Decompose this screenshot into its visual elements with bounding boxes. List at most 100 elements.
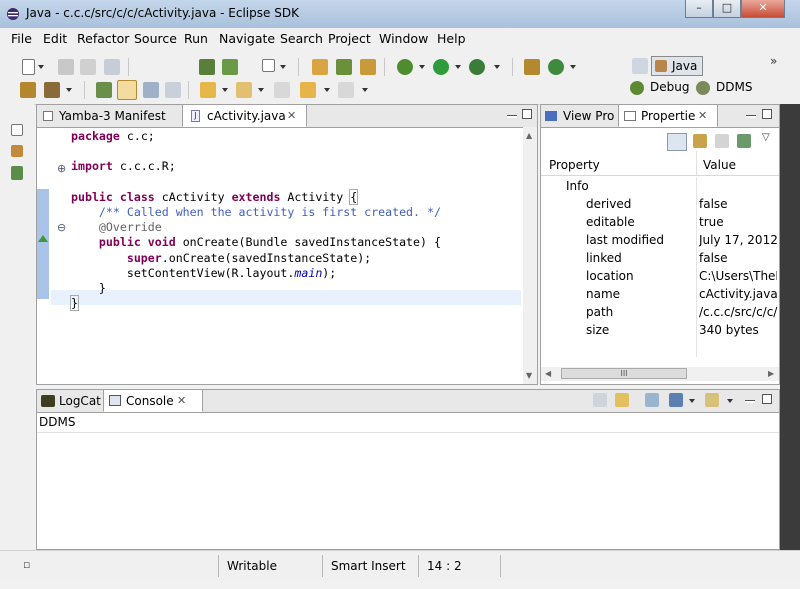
show-advanced-icon[interactable] xyxy=(693,134,707,148)
show-categories-icon[interactable] xyxy=(667,133,687,151)
maximize-view-icon[interactable] xyxy=(762,109,772,119)
pin-console-icon[interactable] xyxy=(645,393,659,407)
external-tools-icon[interactable] xyxy=(469,59,485,75)
maximize-button[interactable]: □ xyxy=(713,0,741,18)
checkbox-tool-icon[interactable] xyxy=(262,59,275,72)
menu-window[interactable]: Window xyxy=(379,31,428,46)
checkbox-dropdown-icon[interactable] xyxy=(280,65,286,69)
debug-perspective-button[interactable]: Debug xyxy=(630,79,689,97)
more-perspectives-icon[interactable]: » xyxy=(770,54,777,68)
restore-icon[interactable] xyxy=(11,124,23,136)
menu-project[interactable]: Project xyxy=(328,31,371,46)
android-sdk-icon[interactable] xyxy=(199,59,215,75)
new-class-icon[interactable] xyxy=(360,59,376,75)
print-icon[interactable] xyxy=(104,59,120,75)
tab-properties[interactable]: Propertie ✕ xyxy=(618,105,718,127)
hierarchy-icon[interactable] xyxy=(11,166,23,180)
scroll-lock-icon[interactable] xyxy=(615,393,629,407)
highlight-toggle-icon[interactable] xyxy=(117,80,137,100)
property-column-header[interactable]: Property xyxy=(549,158,600,172)
menu-edit[interactable]: Edit xyxy=(43,31,67,46)
open-perspective-icon[interactable] xyxy=(632,58,648,74)
debug-dropdown-icon[interactable] xyxy=(419,65,425,69)
minimize-view-icon[interactable] xyxy=(746,115,756,118)
close-tab-icon[interactable]: ✕ xyxy=(698,105,707,127)
group-row-info[interactable]: Info xyxy=(541,177,779,195)
back-dropdown-icon[interactable] xyxy=(324,88,330,92)
prev-annotation-icon[interactable] xyxy=(236,82,252,98)
package-explorer-icon[interactable] xyxy=(11,145,23,157)
avd-manager-icon[interactable] xyxy=(222,59,238,75)
ddms-perspective-button[interactable]: DDMS xyxy=(696,79,756,97)
menu-navigate[interactable]: Navigate xyxy=(219,31,275,46)
prev-annotation-dropdown-icon[interactable] xyxy=(258,88,264,92)
next-annotation-icon[interactable] xyxy=(200,82,216,98)
menu-file[interactable]: File xyxy=(11,31,32,46)
filter-icon[interactable] xyxy=(715,134,729,148)
new-file-icon[interactable] xyxy=(22,59,35,75)
table-row[interactable]: editable true xyxy=(541,213,779,231)
run-icon[interactable] xyxy=(433,59,449,75)
next-annotation-dropdown-icon[interactable] xyxy=(222,88,228,92)
block-selection-icon[interactable] xyxy=(143,82,159,98)
open-type-icon[interactable] xyxy=(312,59,328,75)
display-console-icon[interactable] xyxy=(669,393,683,407)
tab-view-pro[interactable]: View Pro xyxy=(541,105,618,127)
tab-yamba-manifest[interactable]: Yamba-3 Manifest xyxy=(37,105,182,127)
collapse-method-icon[interactable]: ⊖ xyxy=(57,221,66,234)
tab-cactivity-java[interactable]: J cActivity.java ✕ xyxy=(182,105,307,127)
table-row[interactable]: size 340 bytes xyxy=(541,321,779,339)
forward-icon[interactable] xyxy=(338,82,354,98)
close-tab-icon[interactable]: ✕ xyxy=(287,105,296,127)
table-row[interactable]: linked false xyxy=(541,249,779,267)
table-row[interactable]: location C:\Users\TheR xyxy=(541,267,779,285)
menu-run[interactable]: Run xyxy=(184,31,208,46)
close-button[interactable]: ✕ xyxy=(741,0,785,18)
expand-import-icon[interactable]: ⊕ xyxy=(57,162,66,175)
scroll-up-icon[interactable]: ▲ xyxy=(526,131,532,140)
save-all-icon[interactable] xyxy=(80,59,96,75)
maximize-view-icon[interactable] xyxy=(762,394,772,404)
refresh-icon[interactable] xyxy=(548,59,564,75)
open-console-icon[interactable] xyxy=(705,393,719,407)
menu-source[interactable]: Source xyxy=(134,31,177,46)
java-perspective-button[interactable]: Java xyxy=(651,56,703,76)
scroll-down-icon[interactable]: ▼ xyxy=(526,371,532,380)
minimize-view-icon[interactable] xyxy=(745,400,755,403)
code-editor[interactable]: package c.c; import c.c.c.R; public clas… xyxy=(70,129,441,312)
display-console-dropdown-icon[interactable] xyxy=(689,399,695,403)
last-edit-icon[interactable] xyxy=(274,82,290,98)
maximize-view-icon[interactable] xyxy=(522,109,532,119)
save-icon[interactable] xyxy=(58,59,74,75)
new-junit-icon[interactable] xyxy=(336,59,352,75)
edit-pencil-icon[interactable] xyxy=(44,82,60,98)
close-tab-icon[interactable]: ✕ xyxy=(177,390,186,412)
pin-icon[interactable] xyxy=(737,134,751,148)
edit-dropdown-icon[interactable] xyxy=(66,88,72,92)
run-dropdown-icon[interactable] xyxy=(455,65,461,69)
new-package-icon[interactable] xyxy=(524,59,540,75)
debug-icon[interactable] xyxy=(397,59,413,75)
external-tools-dropdown-icon[interactable] xyxy=(494,65,500,69)
properties-horizontal-scrollbar[interactable]: ◀ III ▶ xyxy=(541,367,779,381)
scroll-thumb[interactable]: III xyxy=(561,368,687,379)
table-row[interactable]: path/c.c.c/src/c/c/ xyxy=(541,303,779,321)
view-menu-icon[interactable]: ▽ xyxy=(762,132,770,143)
tab-console[interactable]: Console ✕ xyxy=(103,390,203,412)
editor-vertical-scrollbar[interactable]: ▲ ▼ xyxy=(523,127,537,384)
table-row[interactable]: last modifiedJuly 17, 2012 12: xyxy=(541,231,779,249)
minimize-button[interactable]: – xyxy=(685,0,713,18)
scroll-right-icon[interactable]: ▶ xyxy=(768,369,774,378)
table-row[interactable]: derived false xyxy=(541,195,779,213)
scroll-left-icon[interactable]: ◀ xyxy=(545,369,551,378)
show-whitespace-icon[interactable] xyxy=(165,82,181,98)
back-icon[interactable] xyxy=(300,82,316,98)
minimize-view-icon[interactable] xyxy=(507,115,517,118)
refresh-dropdown-icon[interactable] xyxy=(570,65,576,69)
tab-logcat[interactable]: LogCat xyxy=(37,390,103,412)
menu-refactor[interactable]: Refactor xyxy=(77,31,129,46)
menu-help[interactable]: Help xyxy=(437,31,466,46)
toggle-mark-icon[interactable] xyxy=(96,82,112,98)
value-column-header[interactable]: Value xyxy=(703,158,736,172)
open-console-dropdown-icon[interactable] xyxy=(727,399,733,403)
